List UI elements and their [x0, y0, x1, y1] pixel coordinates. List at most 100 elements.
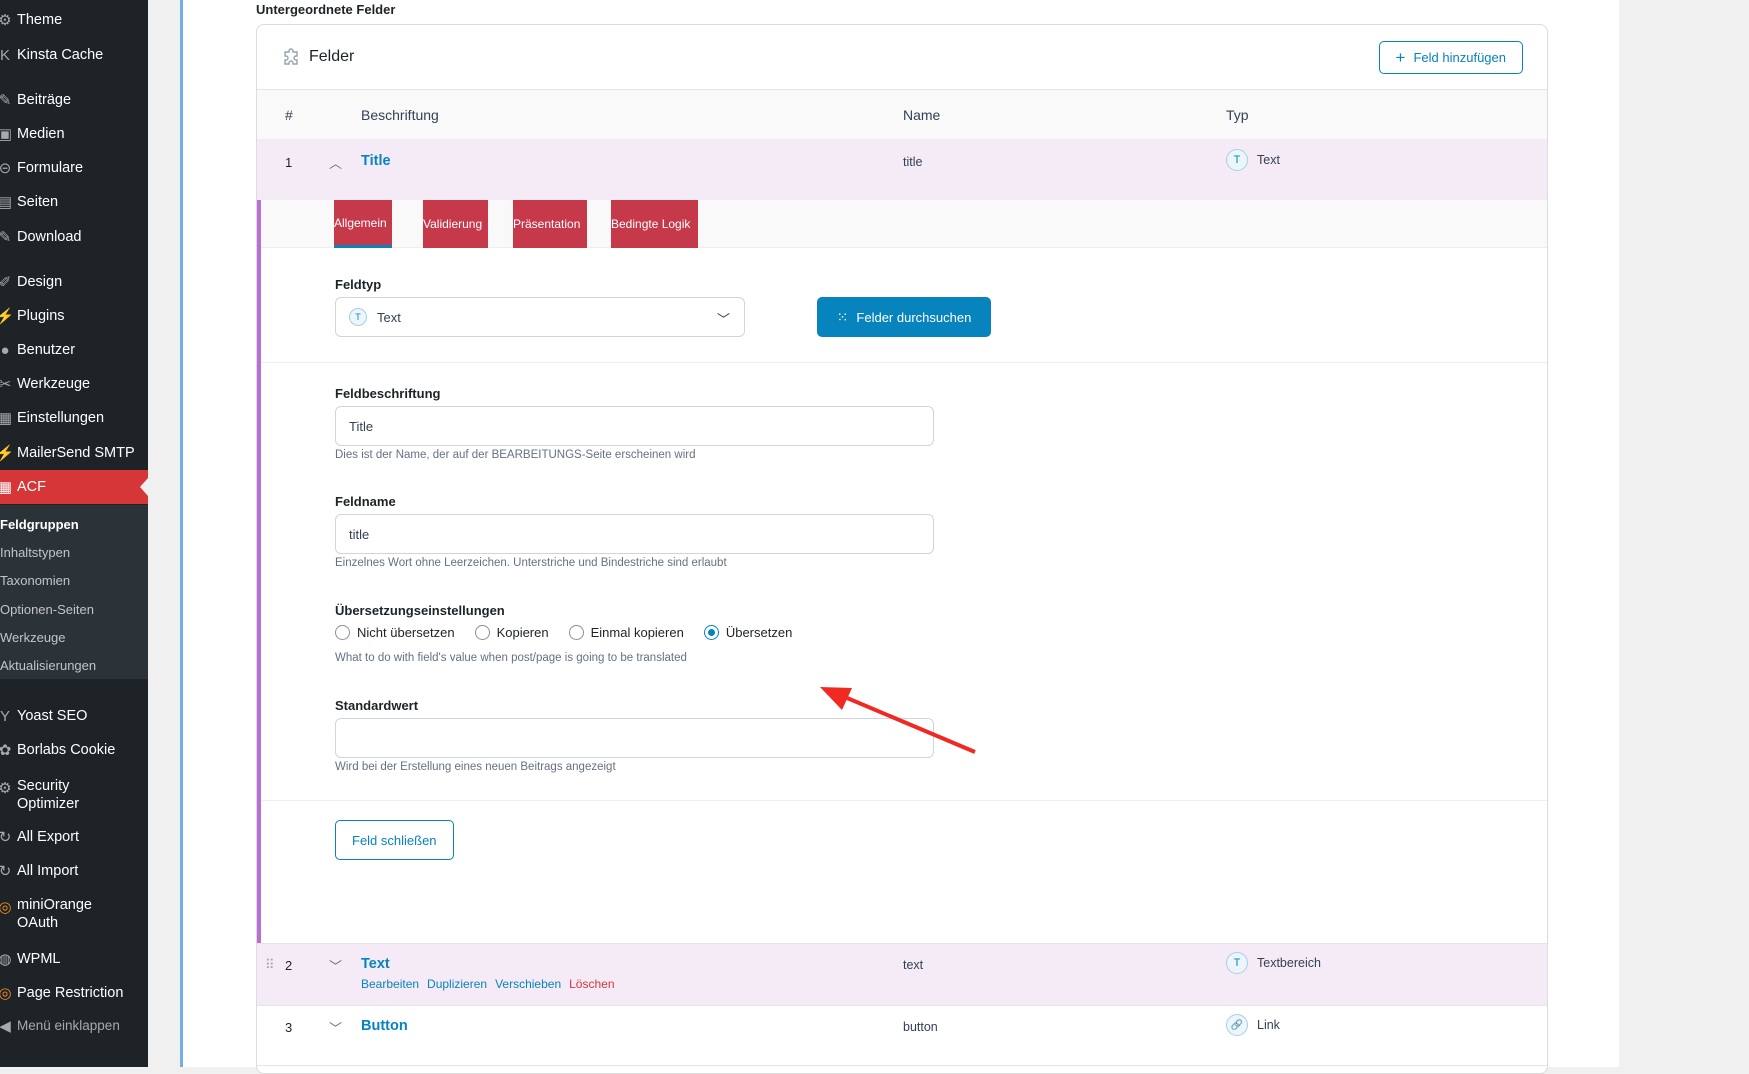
- column-number: #: [285, 107, 293, 123]
- radio-circle[interactable]: [335, 625, 350, 640]
- menu-item-mailersend[interactable]: ⚡ MailerSend SMTP: [0, 436, 148, 470]
- yoast-icon: Y: [0, 707, 10, 725]
- brush-icon: ✐: [0, 274, 12, 291]
- kinsta-icon: K: [0, 46, 10, 64]
- feldname-label: Feldname: [335, 494, 396, 509]
- collapse-menu-button[interactable]: ◀ Menü einklappen: [0, 1009, 148, 1043]
- chevron-down-icon[interactable]: ﹀: [329, 1018, 342, 1037]
- menu-item-seiten[interactable]: ▤ Seiten: [0, 185, 148, 219]
- field-type-label: Textbereich: [1257, 956, 1321, 970]
- menu-item-medien[interactable]: ▣ Medien: [0, 117, 148, 151]
- tab-allgemein[interactable]: Allgemein: [334, 200, 392, 248]
- menu-item-acf[interactable]: ▦ ACF: [0, 470, 148, 504]
- translation-settings-label: Übersetzungseinstellungen: [335, 603, 505, 618]
- submenu-item-aktualisierungen[interactable]: Aktualisierungen: [0, 658, 96, 673]
- close-field-button[interactable]: Feld schließen: [335, 820, 454, 860]
- tab-validierung[interactable]: Validierung: [423, 200, 488, 248]
- radio-label: Kopieren: [496, 625, 549, 640]
- settings-tabs: Allgemein Validierung Präsentation Bedin…: [261, 200, 1547, 248]
- tab-praesentation[interactable]: Präsentation: [513, 200, 587, 248]
- field-label-input[interactable]: Title: [335, 406, 934, 446]
- menu-item-beitraege[interactable]: ✎ Beiträge: [0, 83, 148, 117]
- submenu-item-feldgruppen[interactable]: Feldgruppen: [0, 517, 79, 532]
- field-label-link[interactable]: Title: [361, 153, 391, 169]
- menu-label: miniOrange OAuth: [17, 897, 92, 931]
- text-type-icon: T: [349, 308, 367, 326]
- menu-label: Menü einklappen: [17, 1018, 120, 1033]
- menu-item-all-export[interactable]: ↻ All Export: [0, 820, 148, 854]
- submenu-item-optionen-seiten[interactable]: Optionen-Seiten: [0, 602, 94, 617]
- radio-circle-selected[interactable]: [703, 625, 719, 640]
- radio-einmal-kopieren[interactable]: Einmal kopieren: [568, 625, 684, 640]
- radio-label: Übersetzen: [725, 625, 793, 640]
- collapse-icon: ◀: [0, 1018, 11, 1035]
- menu-item-plugins[interactable]: ⚡ Plugins: [0, 299, 148, 333]
- menu-item-benutzer[interactable]: ● Benutzer: [0, 333, 148, 367]
- radio-label: Nicht übersetzen: [357, 625, 455, 640]
- field-type-value: Text: [377, 309, 401, 325]
- menu-item-borlabs[interactable]: ✿ Borlabs Cookie: [0, 733, 148, 767]
- menu-label: Werkzeuge: [17, 376, 91, 392]
- field-name-input[interactable]: title: [335, 514, 934, 554]
- import-icon: ↻: [0, 863, 12, 880]
- menu-label: Yoast SEO: [17, 708, 88, 724]
- radio-uebersetzen[interactable]: Übersetzen: [703, 625, 793, 640]
- chevron-up-icon[interactable]: ︿: [329, 153, 342, 172]
- duplicate-link[interactable]: Duplizieren: [427, 977, 487, 991]
- field-label-hint: Dies ist der Name, der auf der BEARBEITU…: [335, 449, 696, 461]
- radio-nicht-uebersetzen[interactable]: Nicht übersetzen: [335, 625, 455, 640]
- menu-label: Theme: [17, 12, 63, 28]
- menu-item-miniorange[interactable]: ◎ miniOrange OAuth: [0, 896, 148, 936]
- menu-item-wpml[interactable]: ◍ WPML: [0, 942, 148, 976]
- field-type-select[interactable]: T Text ﹀: [335, 297, 745, 337]
- menu-label: Benutzer: [17, 342, 76, 358]
- tab-bedingte-logik[interactable]: Bedingte Logik: [611, 200, 698, 248]
- drag-handle-icon[interactable]: ⠿: [265, 957, 275, 973]
- field-row[interactable]: 3 ﹀ Button button 🔗 Link: [257, 1006, 1547, 1066]
- menu-label: Download: [17, 229, 82, 245]
- menu-label: All Import: [17, 863, 79, 879]
- menu-item-yoast[interactable]: Y Yoast SEO: [0, 699, 148, 733]
- default-value-input[interactable]: [335, 718, 934, 758]
- field-type-label: Text: [1257, 153, 1280, 167]
- delete-link[interactable]: Löschen: [569, 977, 614, 991]
- settings-icon: ▦: [0, 410, 13, 427]
- textarea-type-icon: T: [1226, 952, 1248, 974]
- plus-icon: +: [1395, 48, 1406, 67]
- edit-link[interactable]: Bearbeiten: [361, 977, 419, 991]
- menu-item-theme[interactable]: ⚙ Theme: [0, 3, 148, 37]
- menu-item-kinsta-cache[interactable]: K Kinsta Cache: [0, 38, 148, 72]
- export-icon: ↻: [0, 829, 12, 846]
- submenu-item-taxonomien[interactable]: Taxonomien: [0, 573, 70, 588]
- menu-item-all-import[interactable]: ↻ All Import: [0, 854, 148, 888]
- menu-item-formulare[interactable]: ⊝ Formulare: [0, 151, 148, 185]
- browse-fields-button[interactable]: ⁙ Felder durchsuchen: [817, 297, 991, 337]
- move-link[interactable]: Verschieben: [495, 977, 561, 991]
- columns-header: # Beschriftung Name Typ: [257, 90, 1547, 140]
- page-icon: ▤: [0, 194, 13, 211]
- menu-item-einstellungen[interactable]: ▦ Einstellungen: [0, 401, 148, 435]
- submenu-item-inhaltstypen[interactable]: Inhaltstypen: [0, 545, 70, 560]
- menu-item-download[interactable]: ✎ Download: [0, 220, 148, 254]
- radio-kopieren[interactable]: Kopieren: [474, 625, 549, 640]
- chevron-down-icon[interactable]: ﹀: [329, 956, 342, 975]
- menu-label: Seiten: [17, 194, 59, 210]
- add-field-button[interactable]: + Feld hinzufügen: [1378, 41, 1523, 74]
- field-row[interactable]: ⠿ 2 ﹀ Text Bearbeiten Duplizieren Versch…: [257, 943, 1547, 1006]
- menu-item-design[interactable]: ✐ Design: [0, 265, 148, 299]
- menu-item-page-restriction[interactable]: ◎ Page Restriction: [0, 976, 148, 1010]
- field-label-link[interactable]: Button: [361, 1018, 408, 1034]
- browse-fields-label: Felder durchsuchen: [856, 309, 972, 325]
- fields-box: Felder + Feld hinzufügen # Beschriftung …: [256, 24, 1548, 1074]
- right-gutter: [1619, 0, 1749, 1067]
- radio-circle[interactable]: [568, 625, 584, 640]
- menu-item-security-optimizer[interactable]: ⚙ Security Optimizer: [0, 777, 148, 817]
- field-label-link[interactable]: Text: [361, 956, 390, 972]
- submenu-item-werkzeuge[interactable]: Werkzeuge: [0, 630, 66, 645]
- field-row[interactable]: 1 ︿ Title title T Text: [257, 140, 1547, 200]
- menu-label: MailerSend SMTP: [17, 445, 135, 461]
- row-number: 1: [285, 155, 293, 170]
- radio-circle[interactable]: [474, 625, 490, 640]
- menu-item-werkzeuge[interactable]: ✂ Werkzeuge: [0, 367, 148, 401]
- row-number: 3: [285, 1020, 293, 1035]
